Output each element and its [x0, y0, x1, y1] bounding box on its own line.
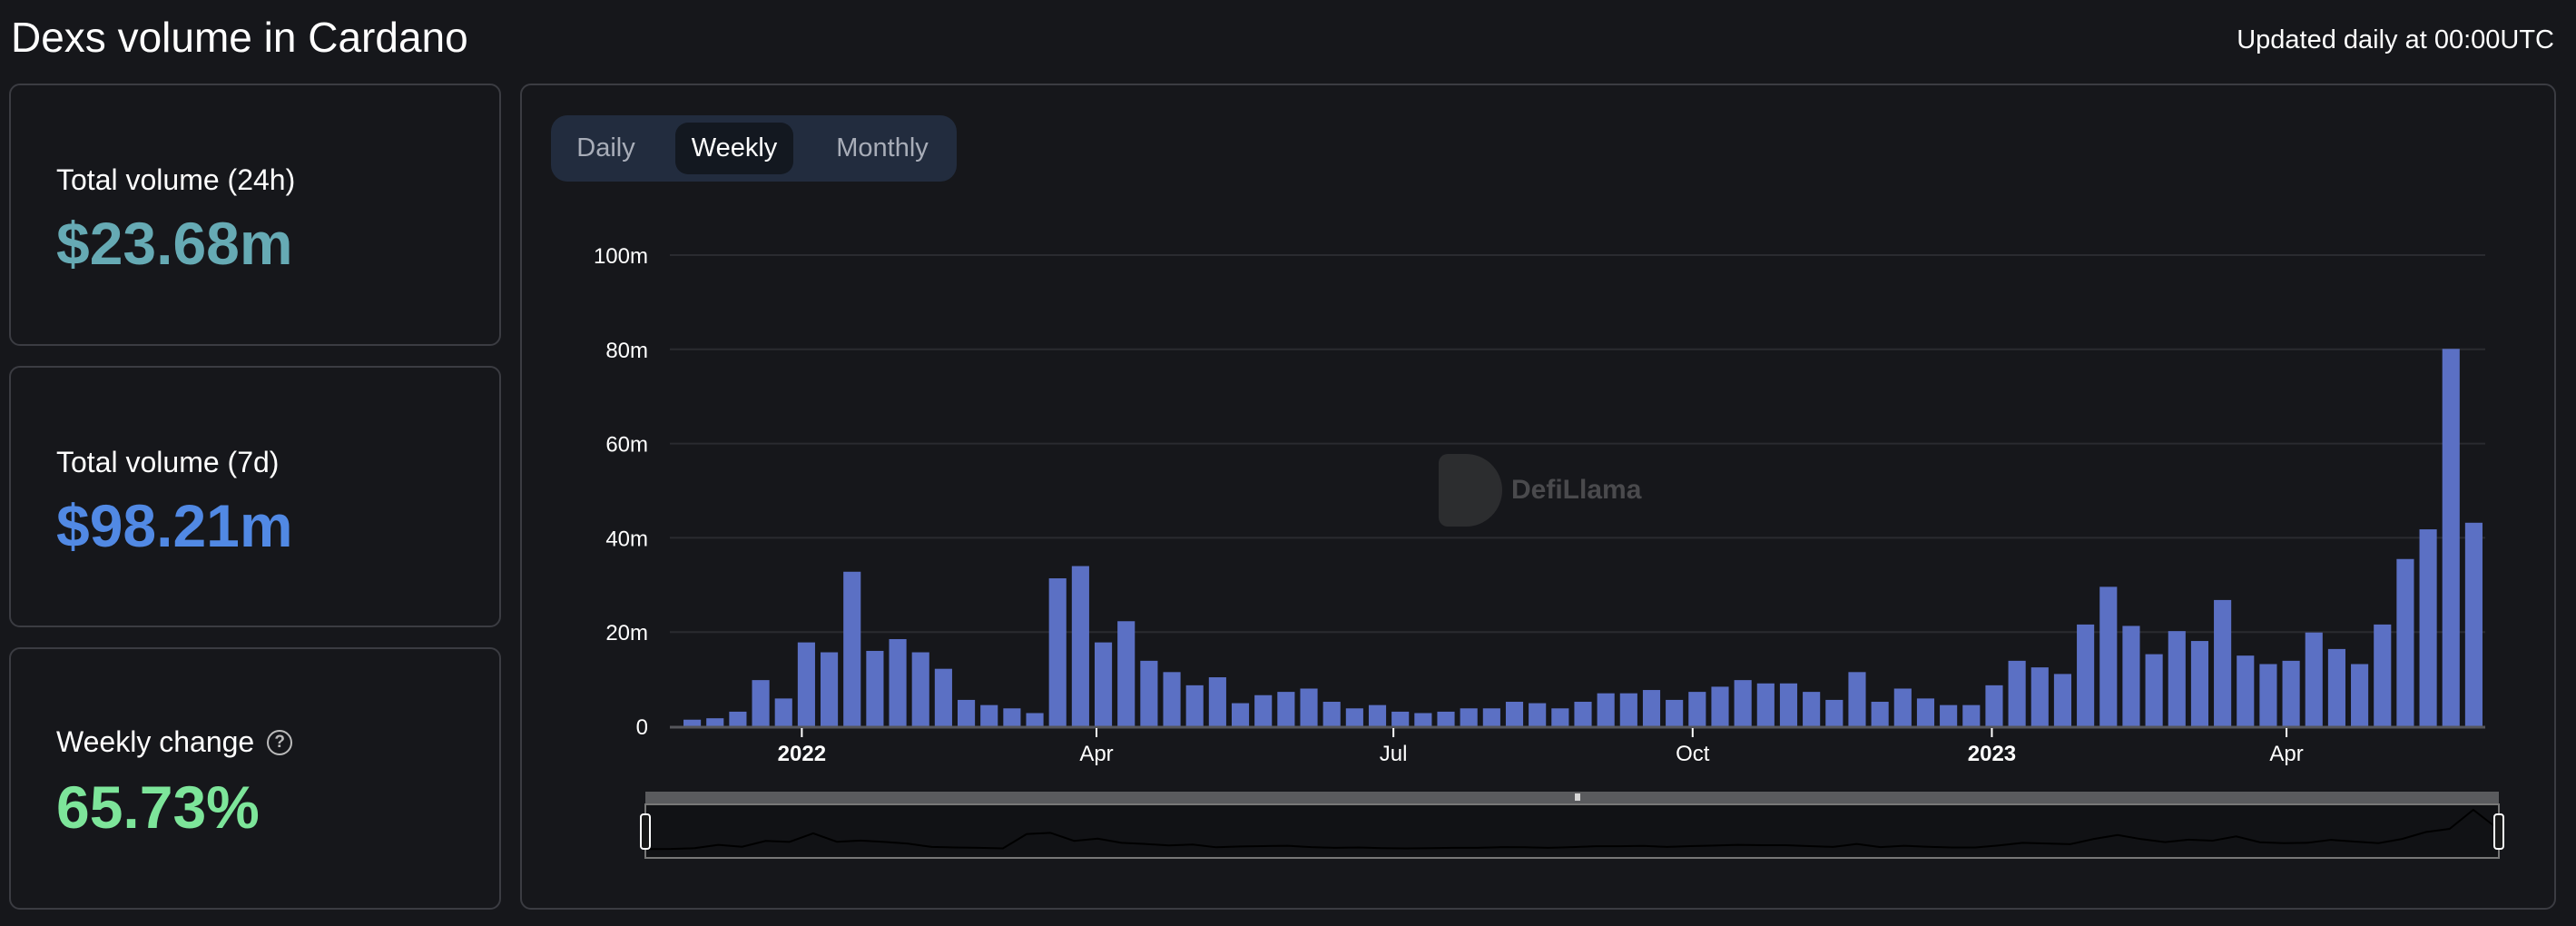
- watermark: DefiLlama: [1439, 454, 1641, 527]
- stat-card-24h: Total volume (24h) $23.68m: [9, 84, 501, 346]
- stat-card-7d: Total volume (7d) $98.21m: [9, 366, 501, 627]
- help-icon[interactable]: ?: [267, 729, 293, 755]
- page-title: Dexs volume in Cardano: [11, 14, 468, 61]
- stat-label: Total volume (7d): [56, 446, 280, 478]
- update-note: Updated daily at 00:00UTC: [2237, 25, 2554, 54]
- stat-label: Weekly change: [56, 725, 255, 758]
- stat-label-row: Weekly change ?: [56, 725, 293, 759]
- stat-value: $98.21m: [56, 492, 293, 559]
- stat-value: 65.73%: [56, 773, 260, 841]
- watermark-text: DefiLlama: [1511, 475, 1642, 505]
- period-toggle: Daily Weekly Monthly: [551, 115, 957, 182]
- stat-value: $23.68m: [56, 210, 293, 277]
- stat-card-weekly-change: Weekly change ? 65.73%: [9, 647, 501, 910]
- stat-label: Total volume (24h): [56, 163, 296, 196]
- tab-weekly[interactable]: Weekly: [675, 123, 793, 174]
- defillama-logo-icon: [1439, 454, 1502, 527]
- tab-monthly[interactable]: Monthly: [814, 123, 950, 174]
- tab-daily[interactable]: Daily: [558, 123, 654, 174]
